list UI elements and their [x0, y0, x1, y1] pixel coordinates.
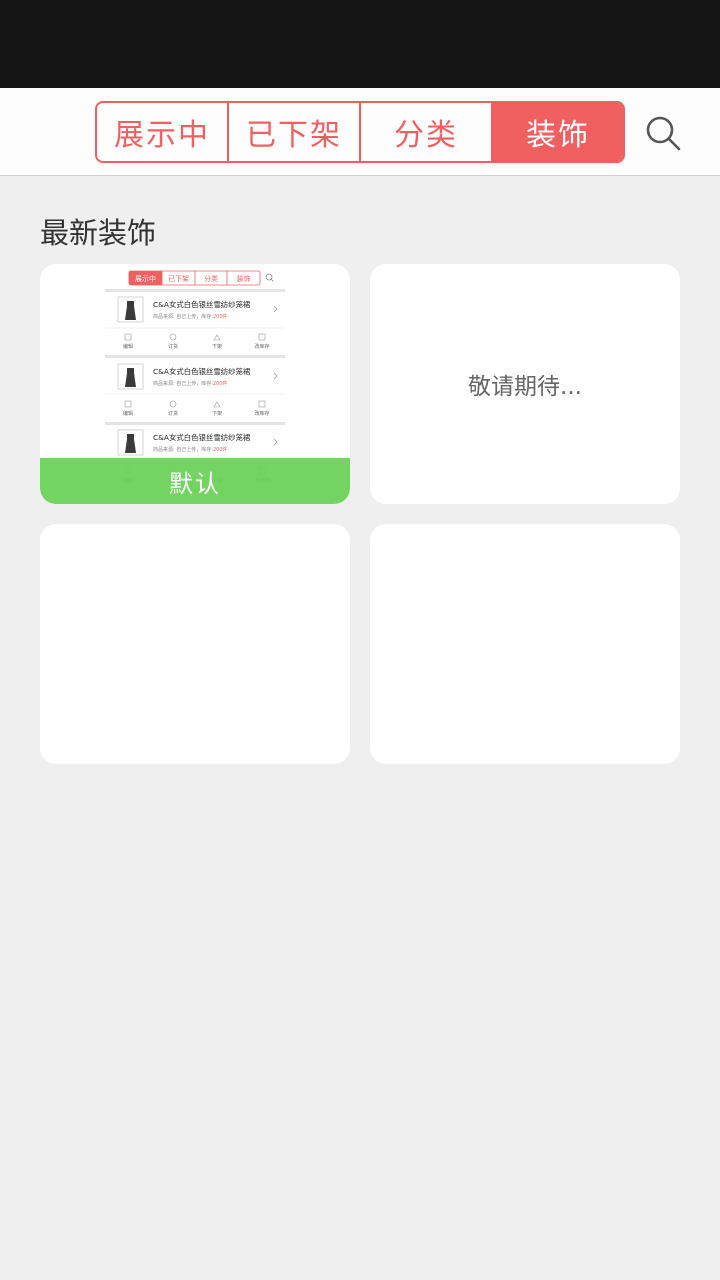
preview-item-title: C&A女式白色银丝雪纺纱笼裙 [153, 300, 251, 309]
preview-stock-icon [258, 400, 266, 408]
svg-text:下架: 下架 [212, 344, 222, 350]
preview-edit-icon [124, 400, 132, 408]
preview-edit-icon [124, 333, 132, 341]
preview-tab-label: 展示中 [135, 274, 156, 283]
preview-tab-label: 已下架 [168, 275, 189, 283]
preview-item-meta: 商品来源: 自己上传，库存:200件 [153, 380, 228, 387]
svg-text:编辑: 编辑 [123, 410, 133, 417]
top-bar: 展示中 已下架 分类 装饰 [0, 88, 720, 176]
preview-item-title: C&A女式白色银丝雪纺纱笼裙 [153, 367, 251, 376]
tab-decoration[interactable]: 装饰 [493, 103, 623, 161]
decoration-card-empty[interactable] [40, 524, 350, 764]
preview-item-title: C&A女式白色银丝雪纺纱笼裙 [153, 433, 251, 442]
svg-text:改库存: 改库存 [254, 343, 269, 350]
coming-soon-text: 敬请期待... [468, 374, 582, 400]
preview-order-icon [169, 400, 177, 408]
svg-text:订货: 订货 [168, 410, 178, 417]
tab-off-shelf[interactable]: 已下架 [229, 103, 361, 161]
decoration-card-empty[interactable] [370, 524, 680, 764]
default-badge: 默认 [40, 458, 350, 504]
preview-offshelf-icon [213, 334, 221, 341]
preview-offshelf-icon [213, 401, 221, 408]
tab-on-display[interactable]: 展示中 [97, 103, 229, 161]
preview-order-icon [169, 333, 177, 341]
section-title: 最新装饰 [40, 216, 157, 250]
preview-tab-label: 分类 [204, 274, 218, 283]
preview-stock-icon [258, 333, 266, 341]
decoration-card-coming-soon[interactable]: 敬请期待... [370, 264, 680, 504]
search-icon [646, 116, 681, 151]
svg-text:订货: 订货 [168, 343, 178, 350]
svg-text:下架: 下架 [212, 411, 222, 417]
search-button[interactable] [640, 110, 686, 156]
tab-category[interactable]: 分类 [361, 103, 493, 161]
preview-item-meta: 商品来源: 自己上传，库存:200件 [153, 446, 228, 453]
preview-tab-label: 装饰 [237, 274, 251, 283]
preview-chevron-icon [273, 438, 278, 446]
svg-text:编辑: 编辑 [123, 343, 133, 350]
status-bar [0, 0, 720, 88]
decoration-card-default[interactable]: 展示中 已下架 分类 装饰 C&A女式白色银丝雪纺纱笼裙 商品来源: 自己上传，… [40, 264, 350, 504]
preview-chevron-icon [273, 372, 278, 380]
preview-chevron-icon [273, 305, 278, 313]
segmented-tabs: 展示中 已下架 分类 装饰 [95, 101, 625, 163]
svg-text:改库存: 改库存 [254, 410, 269, 417]
preview-item-meta: 商品来源: 自己上传，库存:200件 [153, 313, 228, 320]
